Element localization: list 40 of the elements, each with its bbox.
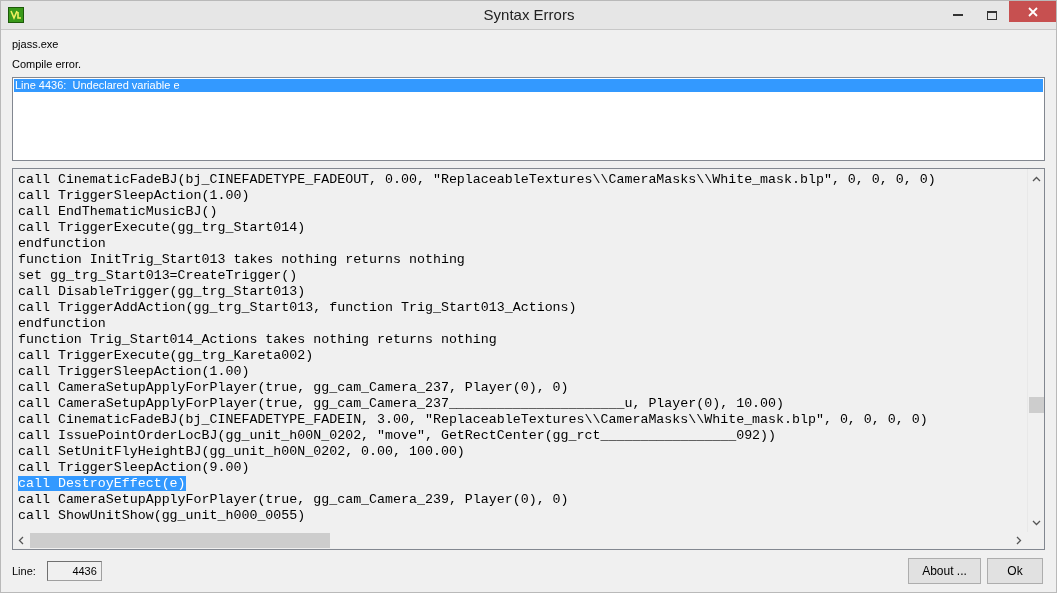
code-line: call CinematicFadeBJ(bj_CINEFADETYPE_FADEOUT, 0.00, "ReplaceableTextures\\CameraMasks\\White_mask.blp", 0, 0, 0, 0) — [18, 172, 936, 187]
scroll-left-icon[interactable] — [18, 536, 24, 545]
line-field[interactable]: 4436 — [46, 561, 102, 581]
scroll-thumb[interactable] — [1028, 397, 1044, 413]
close-icon — [1027, 6, 1038, 17]
code-line: call TriggerExecute(gg_trg_Kareta002) — [18, 348, 314, 363]
code-line: call CinematicFadeBJ(bj_CINEFADETYPE_FADEIN, 3.00, "ReplaceableTextures\\CameraMasks\\White_mask.blp", 0, 0, 0, 0) — [18, 412, 928, 427]
about-button[interactable]: About ... — [908, 558, 981, 584]
code-line: call CameraSetupApplyForPlayer(true, gg_cam_Camera_239, Player(0), 0) — [18, 492, 569, 507]
code-line: endfunction — [18, 236, 106, 251]
code-line: call ShowUnitShow(gg_unit_h000_0055) — [18, 508, 306, 523]
close-button[interactable] — [1009, 1, 1056, 22]
code-line: call EndThematicMusicBJ() — [18, 204, 218, 219]
code-line: call TriggerSleepAction(1.00) — [18, 188, 250, 203]
window-title: Syntax Errors — [482, 4, 576, 25]
minimize-icon — [953, 13, 963, 17]
code-line: call SetUnitFlyHeightBJ(gg_unit_h00N_0202, 0.00, 100.00) — [18, 444, 465, 459]
program-name: pjass.exe — [12, 37, 60, 52]
ok-button[interactable]: Ok — [987, 558, 1043, 584]
code-line: call TriggerSleepAction(1.00) — [18, 364, 250, 379]
code-line: call CameraSetupApplyForPlayer(true, gg_cam_Camera_237______________________u, Player(0), 10.00) — [18, 396, 785, 411]
code-line: function Trig_Start014_Actions takes nothing returns nothing — [18, 332, 497, 347]
vertical-scrollbar[interactable] — [1027, 169, 1044, 532]
scroll-right-icon[interactable] — [1016, 536, 1022, 545]
code-line: call TriggerAddAction(gg_trg_Start013, function Trig_Start013_Actions) — [18, 300, 577, 315]
maximize-icon — [987, 10, 997, 20]
code-line: call TriggerExecute(gg_trg_Start014) — [18, 220, 306, 235]
code-line: call CameraSetupApplyForPlayer(true, gg_cam_Camera_237, Player(0), 0) — [18, 380, 569, 395]
app-icon — [8, 7, 24, 23]
code-line: endfunction — [18, 316, 106, 331]
scroll-down-icon[interactable] — [1031, 520, 1041, 526]
scroll-thumb[interactable] — [30, 533, 330, 548]
scroll-up-icon[interactable] — [1031, 176, 1041, 182]
line-label: Line: — [12, 563, 36, 579]
code-line: function InitTrig_Start013 takes nothing returns nothing — [18, 252, 465, 267]
code-line: call TriggerSleepAction(9.00) — [18, 460, 250, 475]
code-line: call DisableTrigger(gg_trg_Start013) — [18, 284, 306, 299]
code-line: call IssuePointOrderLocBJ(gg_unit_h00N_0202, "move", GetRectCenter(gg_rct_________________092)) — [18, 428, 777, 443]
code-line: set gg_trg_Start013=CreateTrigger() — [18, 268, 298, 283]
status-text: Compile error. — [12, 57, 83, 72]
